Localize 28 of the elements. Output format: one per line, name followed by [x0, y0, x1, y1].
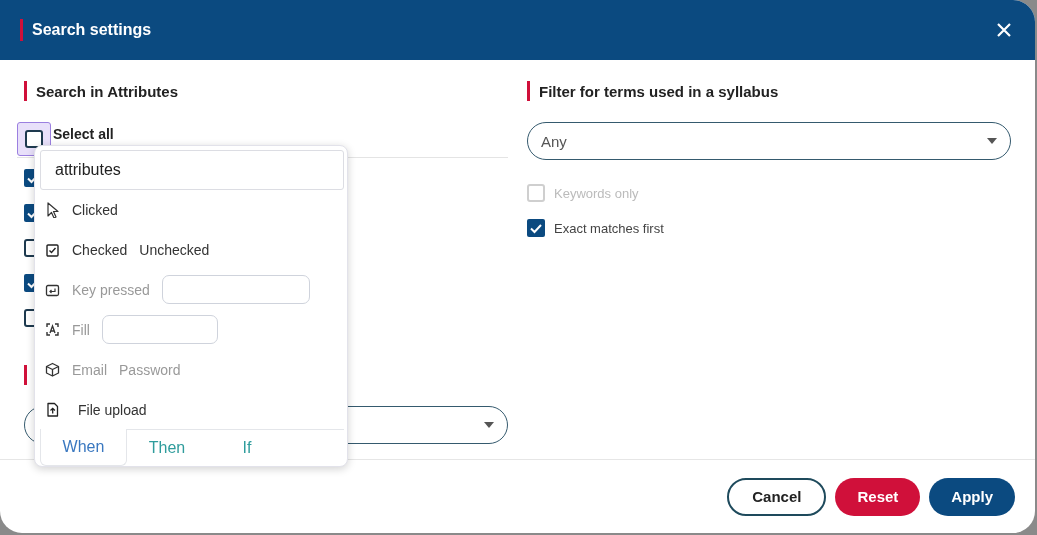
menu-item[interactable]: Unchecked: [139, 241, 210, 258]
input-field[interactable]: [101, 315, 218, 344]
cancel-button[interactable]: Cancel: [727, 477, 827, 516]
section-heading: Search in Attributes: [36, 82, 178, 100]
menu-item[interactable]: File upload: [72, 401, 147, 418]
cursor-icon: [45, 201, 60, 218]
close-button[interactable]: [995, 21, 1013, 39]
menu-item[interactable]: Clicked: [72, 201, 118, 218]
caret-icon: [484, 422, 494, 428]
checkbox-label: Select all: [53, 125, 114, 142]
checkbox[interactable]: [527, 219, 545, 237]
checkbox-label: Keywords only: [554, 185, 639, 201]
search-field[interactable]: attributes: [40, 150, 344, 190]
tab[interactable]: When: [40, 428, 127, 466]
input-field[interactable]: [161, 275, 310, 304]
cube-icon: [45, 361, 60, 378]
close-icon: [995, 21, 1013, 39]
checkbox[interactable]: [25, 130, 43, 148]
section-heading: Filter for terms used in a syllabus: [539, 82, 779, 100]
checkbox-icon: [45, 241, 60, 258]
menu-item[interactable]: Checked: [72, 241, 128, 258]
text-scan-icon: [45, 321, 60, 338]
reset-button[interactable]: Reset: [835, 477, 921, 516]
caret-icon: [987, 138, 997, 144]
file-upload-icon: [45, 401, 60, 418]
checkbox-label: Exact matches first: [554, 220, 664, 236]
apply-button[interactable]: Apply: [929, 477, 1015, 516]
dialog-title: Search settings: [32, 21, 153, 39]
